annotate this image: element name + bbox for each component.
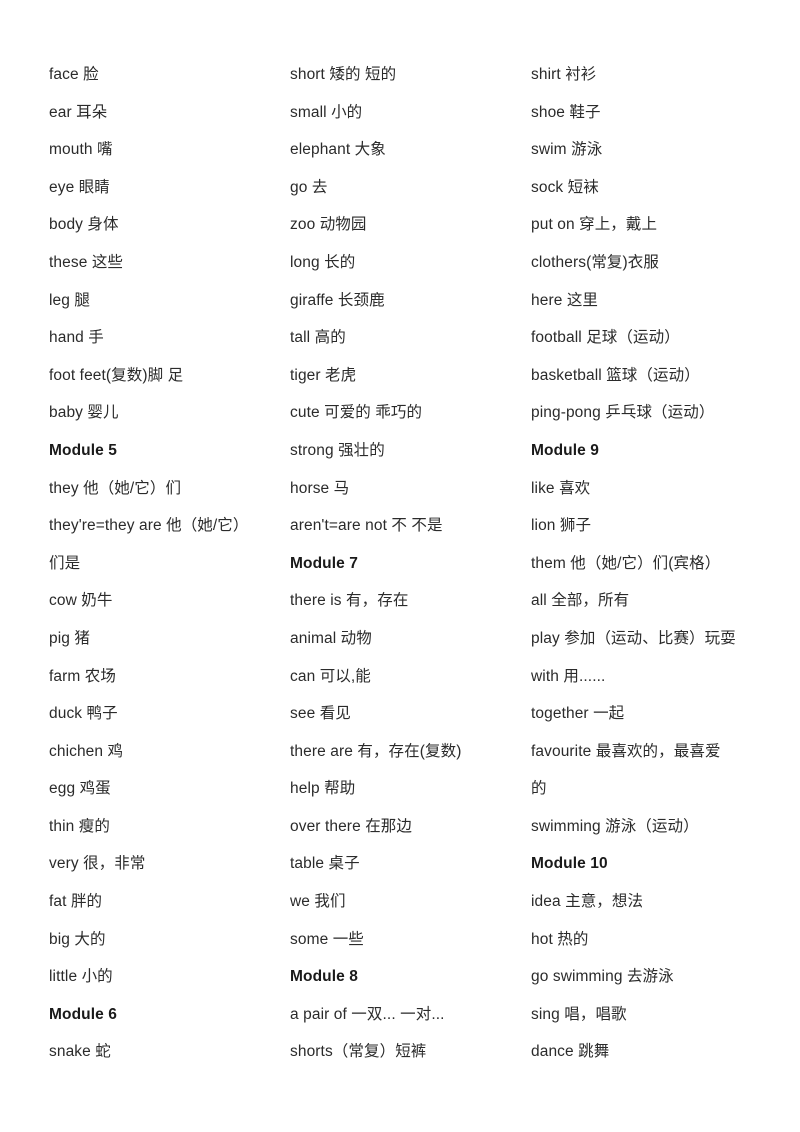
vocabulary-entry: with 用...... [531, 667, 606, 685]
vocabulary-entry: farm 农场 [49, 667, 117, 685]
vocabulary-entry: snake 蛇 [49, 1043, 111, 1061]
vocabulary-entry: there is 有，存在 [290, 592, 409, 610]
module-heading: Module 5 [49, 441, 117, 459]
vocabulary-entry: basketball 篮球（运动） [531, 366, 700, 384]
vocabulary-entry: 们是 [49, 554, 81, 572]
vocabulary-entry: baby 婴儿 [49, 404, 119, 422]
vocabulary-entry: fat 胖的 [49, 893, 103, 911]
vocabulary-entry: animal 动物 [290, 629, 372, 647]
vocabulary-entry: tiger 老虎 [290, 366, 357, 384]
vocabulary-entry: together 一起 [531, 705, 625, 723]
vocabulary-entry: 的 [531, 780, 547, 798]
vocabulary-column-2: short 矮的 短的 small 小的 elephant 大象 go 去 zoo 动物… [290, 56, 531, 1071]
vocabulary-column-3: shirt 衬衫 shoe 鞋子 swim 游泳 sock 短袜 put on 穿上，戴… [531, 56, 772, 1071]
vocabulary-entry: they 他（她/它）们 [49, 479, 182, 497]
module-heading: Module 6 [49, 1005, 117, 1023]
vocabulary-entry: table 桌子 [290, 855, 360, 873]
vocabulary-entry: lion 狮子 [531, 517, 592, 535]
vocabulary-entry: big 大的 [49, 930, 106, 948]
vocabulary-entry: thin 瘦的 [49, 817, 110, 835]
vocabulary-entry: play 参加（运动、比赛）玩耍 [531, 629, 736, 647]
vocabulary-entry: zoo 动物园 [290, 216, 367, 234]
vocabulary-entry: foot feet(复数)脚 足 [49, 366, 184, 384]
vocabulary-entry: shorts（常复）短裤 [290, 1043, 427, 1061]
module-heading: Module 7 [290, 554, 358, 572]
vocabulary-entry: pig 猪 [49, 629, 90, 647]
vocabulary-entry: body 身体 [49, 216, 119, 234]
vocabulary-entry: egg 鸡蛋 [49, 780, 111, 798]
vocabulary-entry: here 这里 [531, 291, 599, 309]
vocabulary-entry: we 我们 [290, 893, 346, 911]
vocabulary-entry: can 可以,能 [290, 667, 371, 685]
vocabulary-entry: ear 耳朵 [49, 103, 108, 121]
vocabulary-entry: go 去 [290, 178, 328, 196]
vocabulary-entry: long 长的 [290, 253, 356, 271]
vocabulary-entry: tall 高的 [290, 329, 346, 347]
vocabulary-entry: cute 可爱的 乖巧的 [290, 404, 423, 422]
vocabulary-columns: face 脸 ear 耳朵 mouth 嘴 eye 眼睛 body 身体 these 这些… [49, 56, 780, 1071]
vocabulary-entry: go swimming 去游泳 [531, 968, 674, 986]
vocabulary-entry: favourite 最喜欢的，最喜爱 [531, 742, 721, 760]
vocabulary-entry: some 一些 [290, 930, 364, 948]
vocabulary-entry: put on 穿上，戴上 [531, 216, 658, 234]
vocabulary-entry: horse 马 [290, 479, 350, 497]
vocabulary-entry: there are 有，存在(复数) [290, 742, 462, 760]
vocabulary-entry: short 矮的 短的 [290, 66, 397, 83]
vocabulary-entry: them 他（她/它）们(宾格） [531, 554, 721, 572]
vocabulary-entry: little 小的 [49, 968, 113, 986]
vocabulary-entry: see 看见 [290, 705, 351, 723]
vocabulary-entry: elephant 大象 [290, 141, 386, 159]
vocabulary-page: face 脸 ear 耳朵 mouth 嘴 eye 眼睛 body 身体 these 这些… [0, 0, 800, 1132]
vocabulary-entry: strong 强壮的 [290, 441, 385, 459]
vocabulary-entry: all 全部，所有 [531, 592, 630, 610]
vocabulary-entry: football 足球（运动） [531, 329, 680, 347]
vocabulary-entry: dance 跳舞 [531, 1043, 610, 1061]
vocabulary-entry: eye 眼睛 [49, 178, 110, 196]
vocabulary-entry: like 喜欢 [531, 479, 591, 497]
vocabulary-entry: very 很，非常 [49, 855, 146, 873]
vocabulary-entry: clothers(常复)衣服 [531, 253, 659, 271]
vocabulary-entry: giraffe 长颈鹿 [290, 291, 385, 309]
vocabulary-column-1: face 脸 ear 耳朵 mouth 嘴 eye 眼睛 body 身体 these 这些… [49, 56, 290, 1071]
vocabulary-entry: shoe 鞋子 [531, 103, 601, 121]
module-heading: Module 8 [290, 968, 358, 986]
vocabulary-entry: small 小的 [290, 103, 363, 121]
module-heading: Module 9 [531, 441, 599, 459]
vocabulary-entry: hand 手 [49, 329, 104, 347]
vocabulary-entry: hot 热的 [531, 930, 589, 948]
vocabulary-entry: a pair of 一双... 一对... [290, 1005, 445, 1023]
vocabulary-entry: they're=they are 他（她/它） [49, 517, 249, 535]
vocabulary-entry: leg 腿 [49, 291, 90, 309]
vocabulary-entry: over there 在那边 [290, 817, 412, 835]
vocabulary-entry: mouth 嘴 [49, 141, 113, 159]
vocabulary-entry: shirt 衬衫 [531, 66, 597, 83]
module-heading: Module 10 [531, 855, 608, 873]
vocabulary-entry: chichen 鸡 [49, 742, 124, 760]
vocabulary-entry: help 帮助 [290, 780, 356, 798]
vocabulary-entry: sing 唱，唱歌 [531, 1005, 627, 1023]
vocabulary-entry: sock 短袜 [531, 178, 599, 196]
vocabulary-entry: ping-pong 乒乓球（运动） [531, 404, 715, 422]
vocabulary-entry: aren't=are not 不 不是 [290, 517, 443, 535]
vocabulary-entry: duck 鸭子 [49, 705, 118, 723]
vocabulary-entry: swimming 游泳（运动） [531, 817, 699, 835]
vocabulary-entry: cow 奶牛 [49, 592, 113, 610]
vocabulary-entry: these 这些 [49, 253, 124, 271]
vocabulary-entry: swim 游泳 [531, 141, 603, 159]
vocabulary-entry: face 脸 [49, 66, 99, 83]
vocabulary-entry: idea 主意，想法 [531, 893, 644, 911]
